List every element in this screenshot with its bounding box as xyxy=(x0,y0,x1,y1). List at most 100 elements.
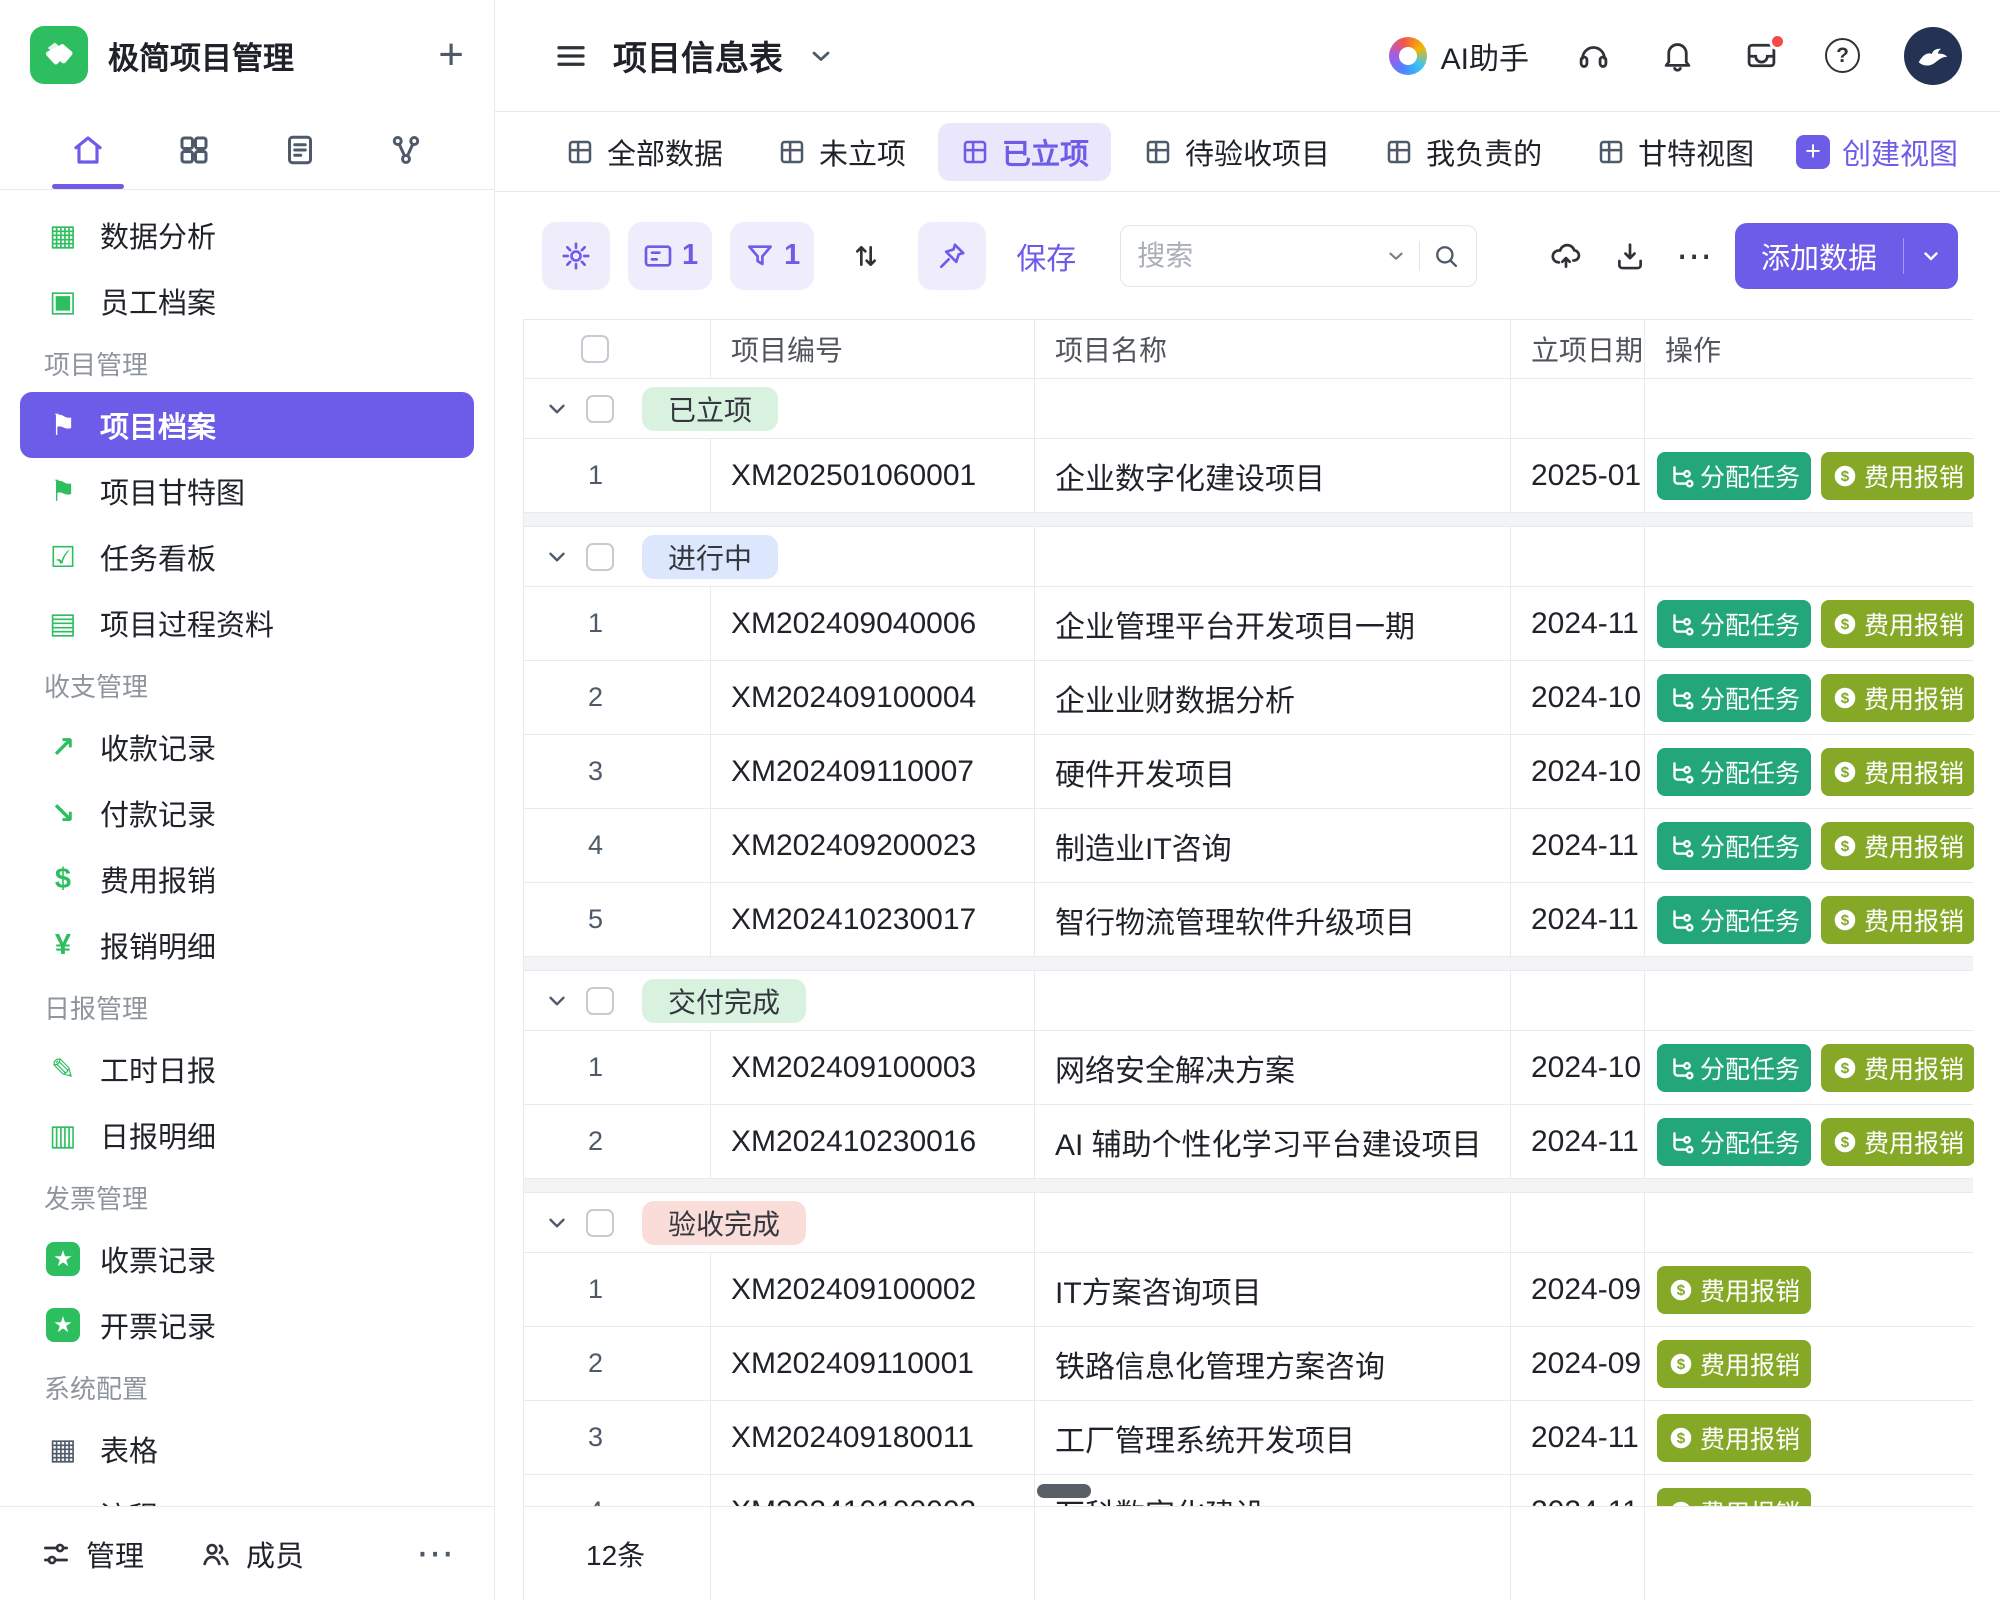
row-action-button[interactable]: $ 费用报销 xyxy=(1657,1340,1811,1388)
tab-home[interactable] xyxy=(48,110,128,189)
table-row[interactable]: 5 XM202410230017 智行物流管理软件升级项目 2024-11 xyxy=(524,883,1973,957)
row-action-button[interactable]: $ 分配任务 xyxy=(1657,452,1811,500)
manage-button[interactable]: 管理 xyxy=(40,1533,144,1575)
table-row[interactable]: 1 XM202409100002 IT方案咨询项目 2024-09 xyxy=(524,1253,1973,1327)
sidebar-more-button[interactable] xyxy=(416,1531,454,1576)
view-tab[interactable]: 待验收项目 xyxy=(1121,123,1352,181)
settings-button[interactable] xyxy=(542,222,610,290)
group-checkbox[interactable] xyxy=(586,395,614,423)
create-view-button[interactable]: 创建视图 xyxy=(1796,131,1958,173)
row-action-button[interactable]: $ 费用报销 xyxy=(1657,1266,1811,1314)
sidebar-item[interactable]: 表格 xyxy=(20,1416,474,1482)
row-action-button[interactable]: $ 分配任务 xyxy=(1657,822,1811,870)
sidebar-item[interactable]: 项目过程资料 xyxy=(20,590,474,656)
horizontal-scrollbar-thumb[interactable] xyxy=(1037,1484,1091,1498)
inbox-button[interactable] xyxy=(1741,36,1781,76)
group-checkbox[interactable] xyxy=(586,1209,614,1237)
row-action-button[interactable]: $ 费用报销 xyxy=(1821,1118,1974,1166)
table-row[interactable]: 1 XM202501060001 企业数字化建设项目 2025-01 xyxy=(524,439,1973,513)
support-headset-button[interactable] xyxy=(1573,36,1613,76)
sidebar-item[interactable]: 项目档案 xyxy=(20,392,474,458)
svg-text:$: $ xyxy=(1841,616,1850,633)
row-index: 1 xyxy=(524,608,603,639)
members-button[interactable]: 成员 xyxy=(200,1533,304,1575)
add-workspace-button[interactable] xyxy=(438,33,464,77)
row-action-button[interactable]: $ 费用报销 xyxy=(1821,748,1974,796)
tab-documents[interactable] xyxy=(260,110,340,189)
field-config-button[interactable]: 1 xyxy=(628,222,712,290)
create-view-label: 创建视图 xyxy=(1842,131,1958,173)
row-index-cell: 2 xyxy=(524,1327,710,1400)
table-row[interactable]: 2 XM202409110001 铁路信息化管理方案咨询 2024-09 xyxy=(524,1327,1973,1401)
table-row[interactable]: 3 XM202409110007 硬件开发项目 2024-10 xyxy=(524,735,1973,809)
row-action-button[interactable]: $ 费用报销 xyxy=(1821,822,1974,870)
sidebar-item[interactable]: 数据分析 xyxy=(20,202,474,268)
row-action-button[interactable]: $ 费用报销 xyxy=(1821,600,1974,648)
collapse-sidebar-button[interactable] xyxy=(553,38,589,74)
help-button[interactable] xyxy=(1825,38,1860,73)
sidebar-item[interactable]: 费用报销 xyxy=(20,846,474,912)
row-action-button[interactable]: $ 分配任务 xyxy=(1657,600,1811,648)
row-action-button[interactable]: $ 费用报销 xyxy=(1821,674,1974,722)
view-tab[interactable]: 甘特视图 xyxy=(1574,123,1776,181)
view-tab[interactable]: 全部数据 xyxy=(543,123,745,181)
row-action-button[interactable]: $ 分配任务 xyxy=(1657,748,1811,796)
row-action-button[interactable]: $ 分配任务 xyxy=(1657,1044,1811,1092)
row-action-button[interactable]: $ 分配任务 xyxy=(1657,896,1811,944)
search-icon[interactable] xyxy=(1432,242,1460,270)
group-checkbox[interactable] xyxy=(586,987,614,1015)
row-action-button[interactable]: $ 费用报销 xyxy=(1821,896,1974,944)
row-action-button[interactable]: $ 费用报销 xyxy=(1821,452,1974,500)
sidebar-item[interactable]: 日报明细 xyxy=(20,1102,474,1168)
sidebar-item[interactable]: 付款记录 xyxy=(20,780,474,846)
search-input[interactable] xyxy=(1137,240,1373,272)
view-tab[interactable]: 我负责的 xyxy=(1362,123,1564,181)
user-avatar[interactable] xyxy=(1904,27,1962,85)
pin-button[interactable] xyxy=(918,222,986,290)
row-action-button[interactable]: $ 分配任务 xyxy=(1657,1118,1811,1166)
header-checkbox[interactable] xyxy=(581,335,609,363)
collapse-group-icon[interactable] xyxy=(544,988,570,1014)
title-chevron-down-icon[interactable] xyxy=(807,42,835,70)
view-tab[interactable]: 未立项 xyxy=(755,123,928,181)
add-data-label[interactable]: 添加数据 xyxy=(1735,223,1903,289)
table-row[interactable]: 3 XM202409180011 工厂管理系统开发项目 2024-11 xyxy=(524,1401,1973,1475)
table-row[interactable]: 2 XM202410230016 AI 辅助个性化学习平台建设项目 2024-1… xyxy=(524,1105,1973,1179)
row-action-button[interactable]: $ 费用报销 xyxy=(1821,1044,1974,1092)
tab-workflows[interactable] xyxy=(366,110,446,189)
sidebar-item[interactable]: 流程 xyxy=(20,1482,474,1506)
view-tab[interactable]: 已立项 xyxy=(938,123,1111,181)
collapse-group-icon[interactable] xyxy=(544,1210,570,1236)
row-action-button[interactable]: $ 分配任务 xyxy=(1657,674,1811,722)
collapse-group-icon[interactable] xyxy=(544,544,570,570)
sort-button[interactable] xyxy=(832,222,900,290)
sidebar-item[interactable]: 员工档案 xyxy=(20,268,474,334)
sidebar-item[interactable]: 报销明细 xyxy=(20,912,474,978)
save-button[interactable]: 保存 xyxy=(1016,234,1076,278)
sidebar-item[interactable]: 任务看板 xyxy=(20,524,474,590)
group-checkbox[interactable] xyxy=(586,543,614,571)
filter-button[interactable]: 1 xyxy=(730,222,814,290)
sidebar-item[interactable]: 开票记录 xyxy=(20,1292,474,1358)
table-row[interactable]: 1 XM202409100003 网络安全解决方案 2024-10 xyxy=(524,1031,1973,1105)
export-button[interactable] xyxy=(1607,233,1653,279)
toolbar-more-button[interactable] xyxy=(1671,235,1717,277)
table-row[interactable]: 4 XM202409200023 制造业IT咨询 2024-11 xyxy=(524,809,1973,883)
add-data-button[interactable]: 添加数据 xyxy=(1735,223,1958,289)
sidebar-item[interactable]: 项目甘特图 xyxy=(20,458,474,524)
svg-text:$: $ xyxy=(1841,468,1850,485)
table-row[interactable]: 1 XM202409040006 企业管理平台开发项目一期 2024-11 xyxy=(524,587,1973,661)
collapse-group-icon[interactable] xyxy=(544,396,570,422)
sidebar-item[interactable]: 工时日报 xyxy=(20,1036,474,1102)
ai-assistant-button[interactable]: AI助手 xyxy=(1389,34,1529,78)
table-row[interactable]: 2 XM202409100004 企业业财数据分析 2024-10 xyxy=(524,661,1973,735)
notifications-button[interactable] xyxy=(1657,36,1697,76)
sidebar-item[interactable]: 收票记录 xyxy=(20,1226,474,1292)
sidebar-item[interactable]: 收款记录 xyxy=(20,714,474,780)
add-data-chevron[interactable] xyxy=(1904,223,1958,289)
search-scope-chevron-icon[interactable] xyxy=(1385,245,1407,267)
tab-tables[interactable] xyxy=(154,110,234,189)
sidebar-item-icon xyxy=(44,1430,82,1468)
import-button[interactable] xyxy=(1543,233,1589,279)
row-action-button[interactable]: $ 费用报销 xyxy=(1657,1414,1811,1462)
